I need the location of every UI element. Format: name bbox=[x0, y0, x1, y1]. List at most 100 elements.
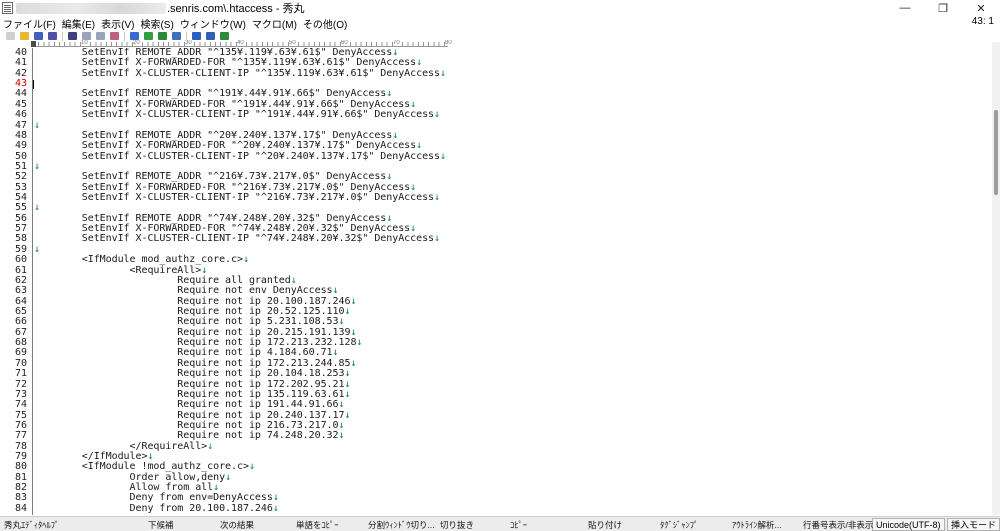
ruler-tick-label: 20 bbox=[133, 40, 140, 46]
close-button[interactable]: ✕ bbox=[962, 0, 1000, 16]
toolbar-separator bbox=[124, 31, 125, 41]
newline-mark-icon: ↓ bbox=[338, 316, 345, 328]
newline-mark-icon: ↓ bbox=[350, 357, 357, 369]
newline-mark-icon: ↓ bbox=[344, 388, 351, 400]
newline-mark-icon: ↓ bbox=[386, 212, 393, 224]
newline-mark-icon: ↓ bbox=[225, 471, 232, 483]
newline-mark-icon: ↓ bbox=[248, 461, 255, 473]
save-all-icon[interactable] bbox=[48, 32, 57, 40]
newline-mark-icon: ↓ bbox=[440, 67, 446, 79]
menu-window[interactable]: ウィンドウ(W) bbox=[180, 16, 246, 31]
code-text: SetEnvIf X-CLUSTER-CLIENT-IP "^20¥.240¥.… bbox=[34, 150, 446, 162]
newline-mark-icon: ↓ bbox=[440, 150, 446, 162]
newline-mark-icon: ↓ bbox=[147, 451, 154, 463]
function-key-bar: Unicode(UTF-8) 挿入モード 秀丸ｴﾃﾞｨﾀﾍﾙﾌﾟ 下候補 次の結果 単… bbox=[0, 516, 1000, 531]
menu-view[interactable]: 表示(V) bbox=[101, 16, 134, 31]
column-ruler: 10 20 30 40 50 60 70 80 bbox=[31, 40, 452, 47]
newline-mark-icon: ↓ bbox=[272, 492, 279, 504]
function-key-3[interactable]: 次の結果 bbox=[220, 519, 254, 531]
newline-mark-icon: ↓ bbox=[416, 140, 423, 152]
function-key-1[interactable]: 秀丸ｴﾃﾞｨﾀﾍﾙﾌﾟ bbox=[4, 519, 59, 531]
newline-mark-icon: ↓ bbox=[332, 285, 339, 297]
text-editor[interactable]: 40 SetEnvIf REMOTE_ADDR "^135¥.119¥.63¥.… bbox=[0, 48, 992, 515]
newline-mark-icon: ↓ bbox=[350, 326, 357, 338]
minimize-button[interactable]: — bbox=[886, 0, 924, 16]
newline-mark-icon: ↓ bbox=[242, 254, 249, 266]
encoding-status[interactable]: Unicode(UTF-8) bbox=[872, 518, 945, 531]
function-key-6[interactable]: 切り抜き bbox=[440, 519, 474, 531]
newline-mark-icon: ↓ bbox=[392, 129, 399, 141]
ruler-tick-label: 70 bbox=[393, 40, 400, 46]
code-text: SetEnvIf X-CLUSTER-CLIENT-IP "^216¥.73¥.… bbox=[34, 192, 441, 204]
ruler-tick-label: 60 bbox=[341, 40, 348, 46]
editor-line[interactable]: 58 SetEnvIf X-CLUSTER-CLIENT-IP "^74¥.24… bbox=[0, 234, 990, 245]
menu-edit[interactable]: 編集(E) bbox=[62, 16, 95, 31]
maximize-button[interactable]: ❐ bbox=[924, 0, 962, 16]
split-icon[interactable] bbox=[206, 32, 215, 40]
toolbar bbox=[0, 30, 1000, 42]
function-key-10[interactable]: ｱｳﾄﾗｲﾝ解析... bbox=[732, 519, 782, 531]
ruler-tick-label: 40 bbox=[237, 40, 244, 46]
newline-mark-icon: ↓ bbox=[356, 337, 363, 349]
menu-file[interactable]: ファイル(F) bbox=[3, 16, 56, 31]
function-key-11[interactable]: 行番号表示/非表示 bbox=[803, 519, 873, 531]
newline-mark-icon: ↓ bbox=[344, 378, 351, 390]
vertical-scrollbar[interactable] bbox=[992, 42, 1000, 515]
new-file-icon[interactable] bbox=[6, 32, 15, 40]
line-number: 84 bbox=[14, 502, 27, 514]
newline-mark-icon: ↓ bbox=[332, 347, 339, 359]
newline-mark-icon: ↓ bbox=[207, 440, 214, 452]
menu-search[interactable]: 検索(S) bbox=[140, 16, 173, 31]
editor-line[interactable]: 60 <IfModule mod_authz_core.c>↓ bbox=[0, 254, 990, 266]
editor-line[interactable]: 84 Deny from 20.100.187.246↓ bbox=[0, 502, 990, 514]
function-key-7[interactable]: ｺﾋﾟｰ bbox=[510, 519, 527, 531]
undo-icon[interactable] bbox=[68, 32, 77, 40]
input-mode-status[interactable]: 挿入モード bbox=[947, 518, 1000, 531]
editor-line[interactable]: 46 SetEnvIf X-CLUSTER-CLIENT-IP "^191¥.4… bbox=[0, 109, 990, 120]
menu-macro[interactable]: マクロ(M) bbox=[252, 16, 297, 31]
ruler-tick-label: 30 bbox=[185, 40, 192, 46]
paste-icon[interactable] bbox=[110, 32, 119, 40]
editor-line[interactable]: 71 Require not ip 20.104.18.253↓ bbox=[0, 368, 990, 380]
newline-mark-icon: ↓ bbox=[410, 98, 417, 110]
editor-line[interactable]: 42 SetEnvIf X-CLUSTER-CLIENT-IP "^135¥.1… bbox=[0, 67, 990, 79]
menu-other[interactable]: その他(O) bbox=[303, 16, 347, 31]
editor-line[interactable]: 54 SetEnvIf X-CLUSTER-CLIENT-IP "^216¥.7… bbox=[0, 192, 990, 204]
copy-icon[interactable] bbox=[82, 32, 91, 40]
ruler-tick-label: 10 bbox=[81, 40, 88, 46]
newline-mark-icon: ↓ bbox=[434, 192, 441, 204]
function-key-8[interactable]: 貼り付け bbox=[588, 519, 622, 531]
function-key-4[interactable]: 単語をｺﾋﾟｰ bbox=[296, 519, 339, 531]
newline-mark-icon: ↓ bbox=[410, 223, 417, 235]
grep-icon[interactable] bbox=[172, 32, 181, 40]
newline-mark-icon: ↓ bbox=[344, 368, 351, 380]
function-key-9[interactable]: ﾀｸﾞｼﾞｬﾝﾌﾟ bbox=[660, 519, 698, 531]
newline-mark-icon: ↓ bbox=[338, 419, 345, 431]
newline-mark-icon: ↓ bbox=[34, 243, 40, 255]
code-text: SetEnvIf X-CLUSTER-CLIENT-IP "^135¥.119¥… bbox=[34, 67, 446, 79]
function-key-2[interactable]: 下候補 bbox=[148, 519, 174, 531]
save-icon[interactable] bbox=[34, 32, 43, 40]
title-bar: .senris.com\.htaccess - 秀丸 — ❐ ✕ bbox=[0, 0, 1000, 16]
newline-mark-icon: ↓ bbox=[344, 409, 351, 421]
find-next-icon[interactable] bbox=[158, 32, 167, 40]
cut-icon[interactable] bbox=[96, 32, 105, 40]
newline-mark-icon: ↓ bbox=[338, 399, 345, 411]
macro-icon[interactable] bbox=[220, 32, 229, 40]
find-prev-icon[interactable] bbox=[144, 32, 153, 40]
editor-line[interactable]: 50 SetEnvIf X-CLUSTER-CLIENT-IP "^20¥.24… bbox=[0, 150, 990, 162]
code-text: Deny from 20.100.187.246↓ bbox=[34, 502, 279, 514]
line-number: 71 bbox=[14, 368, 27, 380]
find-icon[interactable] bbox=[130, 32, 139, 40]
scrollbar-thumb[interactable] bbox=[994, 110, 998, 195]
ruler-caret-marker bbox=[31, 41, 36, 47]
newline-mark-icon: ↓ bbox=[344, 306, 351, 317]
window-icon[interactable] bbox=[192, 32, 201, 40]
code-text: <IfModule mod_authz_core.c>↓ bbox=[34, 254, 249, 266]
open-folder-icon[interactable] bbox=[20, 32, 29, 40]
code-text: Require not ip 20.104.18.253↓ bbox=[34, 368, 351, 380]
hidemaru-app-icon[interactable] bbox=[2, 2, 13, 14]
function-key-5[interactable]: 分割ｳｨﾝﾄﾞｳ切り... bbox=[368, 519, 435, 531]
redacted-path bbox=[16, 2, 166, 14]
toolbar-separator bbox=[62, 31, 63, 41]
